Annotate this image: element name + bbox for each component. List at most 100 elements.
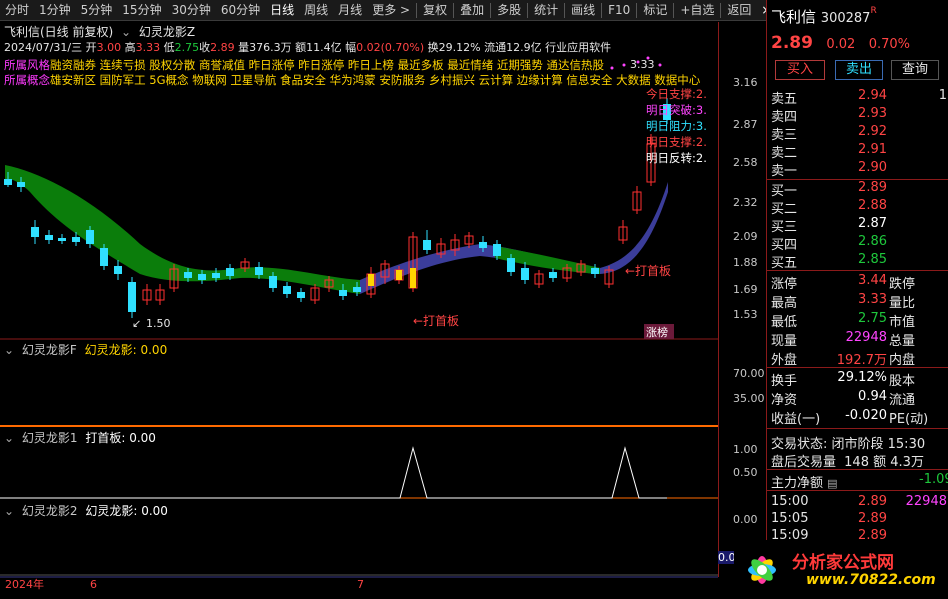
query-button[interactable]: 查询: [891, 60, 939, 80]
ask-price: 2.92: [858, 124, 887, 139]
ind1-value: 幻灵龙影: 0.00: [84, 343, 168, 357]
indicator-tick: 35.00: [733, 392, 765, 405]
toolbar-action[interactable]: 多股: [492, 0, 526, 21]
period-tab[interactable]: 更多 >: [367, 0, 415, 21]
ask-row[interactable]: 卖三 2.92: [767, 124, 948, 143]
candle-body-down: [493, 244, 501, 256]
toolbar-action[interactable]: 画线: [566, 0, 600, 21]
ask-row[interactable]: 卖一 2.90: [767, 160, 948, 179]
toolbar-divider: [416, 2, 418, 18]
chevron-down-icon[interactable]: ⌄: [4, 504, 14, 518]
ask-row[interactable]: 卖五 2.94 1: [767, 88, 948, 107]
after-hours-vol: 148: [844, 455, 869, 470]
indicator-panel-1-title: ⌄ 幻灵龙影F 幻灵龙影: 0.00: [4, 341, 171, 358]
stat-label-2: 流通: [889, 393, 916, 408]
price-tick: 1.88: [733, 256, 758, 269]
bid-row[interactable]: 买一 2.89: [767, 180, 948, 199]
period-toolbar: 分时 1分钟 5分钟 15分钟 30分钟 60分钟 日线 周线 月线 更多 > 复权 叠加 多股 统计画…: [0, 0, 771, 21]
bid-row[interactable]: 买四 2.86: [767, 234, 948, 253]
signal-dot: [622, 63, 626, 67]
period-tab[interactable]: 月线: [333, 0, 367, 21]
indicator-panel-2-title: ⌄ 幻灵龙影1 打首板: 0.00: [4, 429, 160, 446]
indicator-tick: 0.50: [733, 466, 758, 479]
candle-body-down: [521, 268, 529, 280]
bid-price: 2.87: [858, 216, 887, 231]
toolbar-divider: [527, 2, 529, 18]
period-tab[interactable]: 分时: [0, 0, 34, 21]
tick-price: 2.89: [858, 511, 887, 526]
candle-body-down: [423, 240, 431, 250]
stat-row: 净资 0.94 流通: [767, 389, 948, 408]
stat-row: 收益(一) -0.020 PE(动): [767, 408, 948, 427]
ask-row[interactable]: 卖二 2.91: [767, 142, 948, 161]
stock-code: 300287: [820, 11, 871, 26]
stat-label: 最低: [771, 315, 798, 330]
bid-row[interactable]: 买三 2.87: [767, 216, 948, 235]
stock-name: 飞利信: [771, 8, 817, 26]
trade-state: 交易状态: 闭市阶段 15:30: [771, 437, 926, 452]
ask-row[interactable]: 卖四 2.93: [767, 106, 948, 125]
toolbar-action[interactable]: +自选: [675, 0, 719, 21]
limit-up-tag-text: 涨榜: [646, 325, 668, 339]
stock-header: 飞利信 300287R: [771, 6, 877, 27]
ind2-name[interactable]: 幻灵龙影1: [22, 431, 78, 445]
period-tab[interactable]: 60分钟: [216, 0, 265, 21]
stat-value: 3.44: [858, 273, 887, 288]
ask-label: 卖三: [771, 128, 798, 143]
price-axis: [718, 22, 766, 577]
candle-body-down: [212, 273, 220, 278]
ind3-name[interactable]: 幻灵龙影2: [22, 504, 78, 518]
stat-label: 现量: [771, 334, 798, 349]
bid-row[interactable]: 买二 2.88: [767, 198, 948, 217]
main-flow: 主力净额 ▤ -1.09: [771, 472, 948, 491]
stat-value: 29.12%: [837, 370, 887, 385]
stock-flag: R: [870, 6, 877, 16]
stat-label: 最高: [771, 296, 798, 311]
support-label: 明日支撑:: [646, 135, 696, 149]
list-icon[interactable]: ▤: [827, 477, 837, 490]
bid-label: 买三: [771, 220, 798, 235]
stat-label-2: 股本: [889, 374, 916, 389]
stat-label: 涨停: [771, 277, 798, 292]
chevron-down-icon[interactable]: ⌄: [4, 431, 14, 445]
period-tab[interactable]: 1分钟: [34, 0, 76, 21]
price-line: 2.89 0.02 0.70%: [771, 33, 910, 53]
toolbar-action[interactable]: 复权: [418, 0, 452, 21]
bid-label: 买五: [771, 256, 798, 271]
chevron-down-icon[interactable]: ⌄: [4, 343, 14, 357]
period-tab[interactable]: 15分钟: [117, 0, 166, 21]
candle-body-down: [128, 282, 136, 312]
support-label: 今日支撑:: [646, 87, 696, 101]
ask-label: 卖五: [771, 92, 798, 107]
ind1-name[interactable]: 幻灵龙影F: [22, 343, 77, 357]
stat-label: 换手: [771, 374, 798, 389]
toolbar-action[interactable]: 统计: [529, 0, 563, 21]
bid-price: 2.86: [858, 234, 887, 249]
ask-price: 2.90: [858, 160, 887, 175]
main-flow-label: 主力净额: [771, 476, 824, 491]
price-tick: 2.32: [733, 196, 758, 209]
candle-body-down: [549, 272, 557, 278]
bid-price: 2.88: [858, 198, 887, 213]
price-tick: 2.58: [733, 156, 758, 169]
stat-row: 最低 2.75 市值: [767, 311, 948, 330]
toolbar-action[interactable]: 返回: [722, 0, 756, 21]
indicator-tick: 0.00: [733, 513, 758, 526]
toolbar-action[interactable]: F10: [603, 0, 635, 21]
sell-button[interactable]: 卖出: [835, 60, 883, 80]
period-tab[interactable]: 周线: [299, 0, 333, 21]
price-tick: 2.09: [733, 230, 758, 243]
bid-row[interactable]: 买五 2.85: [767, 252, 948, 271]
tick-time: 15:00: [771, 494, 809, 509]
candle-body-down: [591, 268, 599, 274]
toolbar-action[interactable]: 标记: [638, 0, 672, 21]
logo-url: www.70822.com: [806, 572, 936, 588]
current-price: 2.89: [771, 33, 813, 53]
period-tab[interactable]: 5分钟: [76, 0, 118, 21]
buy-button[interactable]: 买入: [775, 60, 825, 80]
support-label: 明日反转:: [646, 151, 696, 165]
period-tab[interactable]: 30分钟: [167, 0, 216, 21]
ask-price: 2.91: [858, 142, 887, 157]
toolbar-action[interactable]: 叠加: [455, 0, 489, 21]
period-tab[interactable]: 日线: [265, 0, 299, 21]
